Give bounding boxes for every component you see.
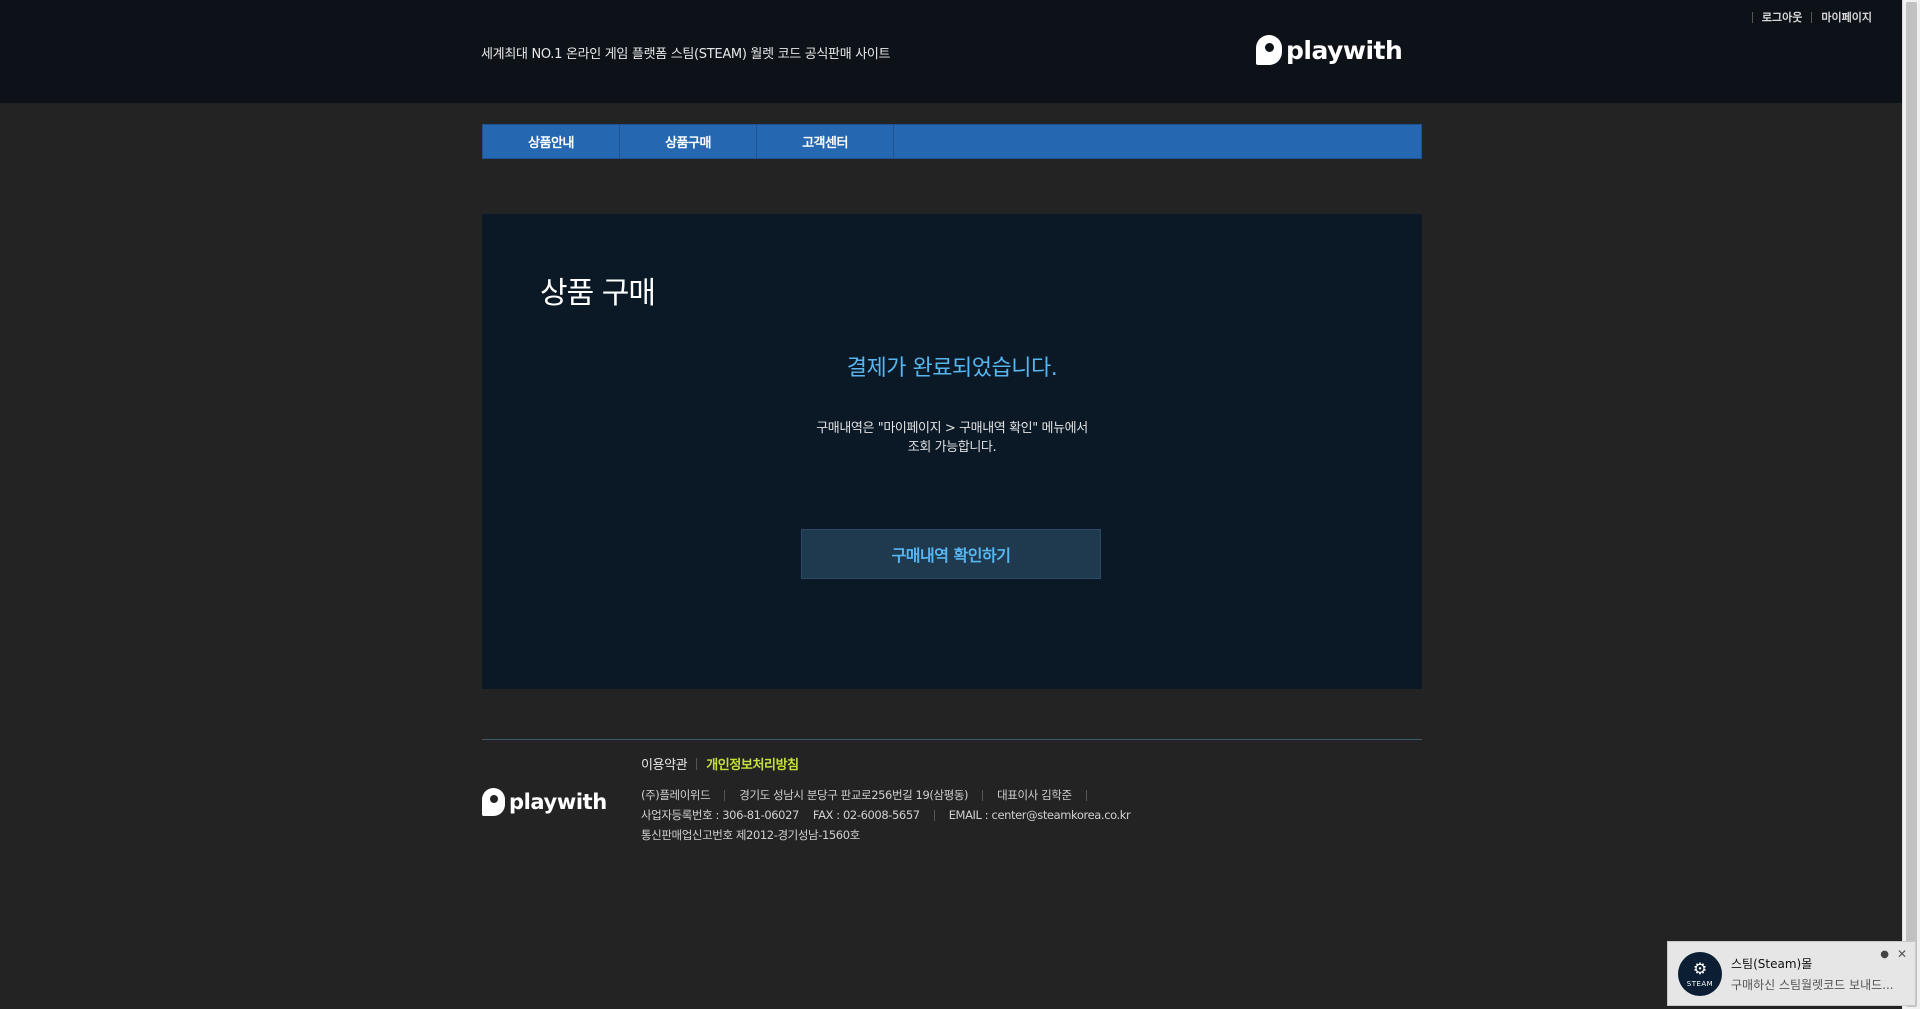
logo-text: playwith bbox=[1286, 35, 1403, 65]
company-address: 경기도 성남시 분당구 판교로256번길 19(삼평동) bbox=[739, 788, 969, 802]
page-scrollbar[interactable] bbox=[1902, 0, 1920, 1009]
toast-title: 스팀(Steam)몰 bbox=[1731, 957, 1813, 971]
purchase-complete-panel: 상품 구매 결제가 완료되었습니다. 구매내역은 "마이페이지 > 구매내역 확… bbox=[482, 214, 1422, 689]
business-number: 사업자등록번호 : 306-81-06027 bbox=[641, 808, 799, 822]
privacy-policy-link[interactable]: 개인정보처리방침 bbox=[706, 754, 799, 773]
view-purchase-history-button[interactable]: 구매내역 확인하기 bbox=[801, 529, 1101, 579]
logout-link[interactable]: 로그아웃 bbox=[1762, 9, 1802, 25]
info-line-2: 조회 가능합니다. bbox=[907, 440, 997, 455]
site-header: 세계최대 NO.1 온라인 게임 플랫폼 스팀(STEAM) 월렛 코드 공식판… bbox=[0, 0, 1902, 103]
mail-order-number: 통신판매업신고번호 제2012-경기성남-1560호 bbox=[641, 828, 860, 842]
playwith-logo[interactable]: playwith bbox=[1256, 35, 1403, 65]
page-title: 상품 구매 bbox=[540, 276, 656, 311]
steam-badge-text: STEAM bbox=[1686, 979, 1714, 988]
scrollbar-thumb[interactable] bbox=[1906, 2, 1917, 1007]
pin-icon[interactable]: ● bbox=[1880, 949, 1889, 960]
divider bbox=[696, 757, 698, 770]
nav-item-product-info[interactable]: 상품안내 bbox=[483, 125, 620, 158]
footer-logo-text: playwith bbox=[509, 790, 607, 814]
contact-email: EMAIL : center@steamkorea.co.kr bbox=[948, 808, 1131, 822]
footer-divider bbox=[482, 739, 1422, 740]
purchase-info-text: 구매내역은 "마이페이지 > 구매내역 확인" 메뉴에서 조회 가능합니다. bbox=[482, 419, 1422, 457]
divider bbox=[1751, 11, 1753, 23]
company-name: (주)플레이위드 bbox=[641, 788, 711, 802]
playwith-logo-icon bbox=[1256, 35, 1282, 65]
divider bbox=[724, 789, 726, 801]
steam-notification-toast[interactable]: ⚙ STEAM 스팀(Steam)몰 구매하신 스팀월렛코드 보내드... ● … bbox=[1667, 941, 1916, 1006]
footer-playwith-logo: playwith bbox=[482, 788, 607, 816]
divider bbox=[1085, 789, 1087, 801]
site-tagline: 세계최대 NO.1 온라인 게임 플랫폼 스팀(STEAM) 월렛 코드 공식판… bbox=[481, 47, 891, 62]
main-nav: 상품안내 상품구매 고객센터 bbox=[482, 124, 1422, 159]
info-line-1: 구매내역은 "마이페이지 > 구매내역 확인" 메뉴에서 bbox=[816, 421, 1088, 436]
close-icon[interactable]: ✕ bbox=[1897, 947, 1907, 961]
nav-item-customer-center[interactable]: 고객센터 bbox=[757, 125, 894, 158]
nav-item-product-purchase[interactable]: 상품구매 bbox=[620, 125, 757, 158]
utility-links: 로그아웃 마이페이지 bbox=[1743, 9, 1872, 25]
company-ceo: 대표이사 김학준 bbox=[997, 788, 1072, 802]
fax-number: FAX : 02-6008-5657 bbox=[812, 808, 920, 822]
company-info: (주)플레이위드 경기도 성남시 분당구 판교로256번길 19(삼평동) 대표… bbox=[641, 785, 1131, 845]
steam-logo-icon: ⚙ STEAM bbox=[1678, 952, 1722, 996]
divider bbox=[982, 789, 984, 801]
toast-body: 구매하신 스팀월렛코드 보내드... bbox=[1731, 978, 1894, 992]
mypage-link[interactable]: 마이페이지 bbox=[1821, 9, 1872, 25]
playwith-logo-icon bbox=[482, 788, 505, 816]
terms-link[interactable]: 이용약관 bbox=[641, 754, 688, 773]
divider bbox=[1811, 11, 1813, 23]
divider bbox=[933, 809, 935, 821]
footer-links: 이용약관 개인정보처리방침 bbox=[641, 754, 799, 773]
payment-complete-message: 결제가 완료되었습니다. bbox=[846, 356, 1058, 381]
